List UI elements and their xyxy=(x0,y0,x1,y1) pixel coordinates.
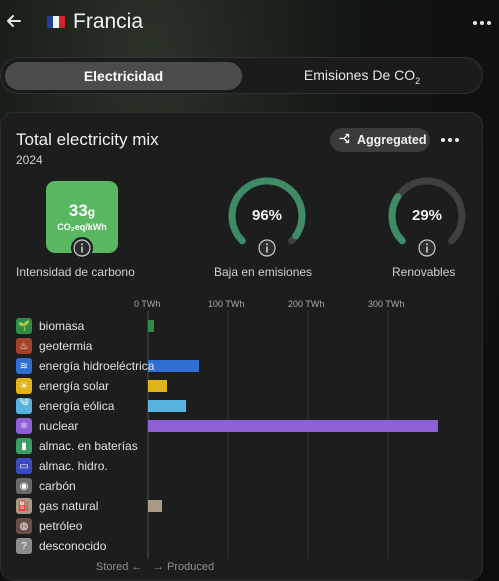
x-tick-label: 0 TWh xyxy=(134,299,161,309)
more-options-icon[interactable] xyxy=(470,13,494,33)
chart-row[interactable]: ☀ energía solar xyxy=(16,377,109,395)
chart-row[interactable]: ◍ petróleo xyxy=(16,517,82,535)
bar-energía-eólica[interactable] xyxy=(148,400,186,412)
category-label: carbón xyxy=(39,479,76,493)
bar-energía-hidroeléctrica[interactable] xyxy=(148,360,200,372)
category-icon: ♨ xyxy=(16,338,32,354)
france-flag-icon xyxy=(47,16,65,28)
category-label: energía solar xyxy=(39,379,110,393)
mode-tabs: Electricidad Emisiones De CO2 xyxy=(0,57,483,94)
category-icon: ⚛ xyxy=(16,418,32,434)
tab-emissions[interactable]: Emisiones De CO2 xyxy=(246,62,478,90)
category-label: biomasa xyxy=(39,319,85,333)
chart-row[interactable]: ◉ carbón xyxy=(16,477,76,495)
aggregated-button[interactable]: Aggregated xyxy=(330,128,430,152)
top-bar: Francia xyxy=(0,0,499,46)
x-tick-label: 200 TWh xyxy=(288,299,325,309)
stored-legend: Stored ← xyxy=(96,561,143,573)
x-tick-label: 100 TWh xyxy=(208,299,245,309)
carbon-intensity-value: 33g xyxy=(46,201,118,221)
chart-row[interactable]: ? desconocido xyxy=(16,537,106,555)
electricity-mix-card: Total electricity mix 2024 Aggregated 33… xyxy=(0,112,483,581)
category-icon: ◍ xyxy=(16,518,32,534)
card-title: Total electricity mix xyxy=(16,130,159,149)
category-label: energía hidroeléctrica xyxy=(39,359,155,373)
category-label: geotermia xyxy=(39,339,93,353)
category-icon: ⛽ xyxy=(16,498,32,514)
chart-row[interactable]: ♨ geotermia xyxy=(16,337,92,355)
category-label: gas natural xyxy=(39,499,99,513)
carbon-intensity-unit: CO₂eq/kWh xyxy=(57,222,107,232)
category-icon: ? xyxy=(16,538,32,554)
flag-stripe-red xyxy=(59,16,65,28)
tab-electricity-label: Electricidad xyxy=(83,68,164,84)
tab-emissions-subscript: 2 xyxy=(415,75,421,86)
back-arrow-icon[interactable] xyxy=(4,11,24,31)
x-tick-label: 300 TWh xyxy=(368,299,405,309)
low-emissions-label: Baja en emisiones xyxy=(214,265,313,279)
category-label: energía eólica xyxy=(39,399,115,413)
low-emissions-value: 96% xyxy=(251,207,283,224)
tab-emissions-text: Emisiones De CO xyxy=(303,66,416,83)
renewables-info-icon[interactable] xyxy=(416,237,438,259)
category-icon: ◉ xyxy=(16,478,32,494)
production-bar-chart: Stored ← → Produced 0 TWh 100 TWh 200 TWh 3… xyxy=(1,297,484,581)
carbon-intensity-info-icon[interactable] xyxy=(71,237,93,259)
bar-nuclear[interactable] xyxy=(148,420,438,432)
chart-row[interactable]: ▮ almac. en baterías xyxy=(16,437,138,455)
aggregated-label: Aggregated xyxy=(357,133,427,147)
renewables-value: 29% xyxy=(411,207,443,224)
category-label: almac. hidro. xyxy=(39,459,108,473)
bar-energía-solar[interactable] xyxy=(148,380,168,392)
aggregate-icon xyxy=(338,132,351,148)
category-label: nuclear xyxy=(39,419,79,433)
chart-row[interactable]: ༄ energía eólica xyxy=(16,397,114,415)
category-icon: 🌱 xyxy=(16,318,32,334)
carbon-intensity-suffix: g xyxy=(87,205,96,219)
category-icon: ▮ xyxy=(16,438,32,454)
chart-row[interactable]: ⚛ nuclear xyxy=(16,417,78,435)
carbon-intensity-label: Intensidad de carbono xyxy=(16,265,135,279)
category-icon: ༄ xyxy=(16,398,32,414)
carbon-intensity-number: 33 xyxy=(68,201,88,220)
bar-biomasa[interactable] xyxy=(148,320,155,332)
produced-legend: → Produced xyxy=(153,561,215,573)
chart-row[interactable]: 🌱 biomasa xyxy=(16,317,84,335)
category-icon: ▭ xyxy=(16,458,32,474)
renewables-label: Renovables xyxy=(392,265,456,279)
tab-electricity[interactable]: Electricidad xyxy=(5,62,242,90)
category-label: petróleo xyxy=(39,519,83,533)
card-year: 2024 xyxy=(16,153,43,167)
chart-row[interactable]: ⛽ gas natural xyxy=(16,497,98,515)
bar-gas-natural[interactable] xyxy=(148,500,162,512)
card-more-options-icon[interactable] xyxy=(438,131,462,149)
chart-row[interactable]: ≋ energía hidroeléctrica xyxy=(16,357,154,375)
category-icon: ≋ xyxy=(16,358,32,374)
chart-row[interactable]: ▭ almac. hidro. xyxy=(16,457,108,475)
low-emissions-info-icon[interactable] xyxy=(256,237,278,259)
tab-emissions-label: Emisiones De CO2 xyxy=(304,67,420,86)
category-label: desconocido xyxy=(39,539,107,553)
zone-title: Francia xyxy=(73,10,144,33)
category-label: almac. en baterías xyxy=(39,439,138,453)
